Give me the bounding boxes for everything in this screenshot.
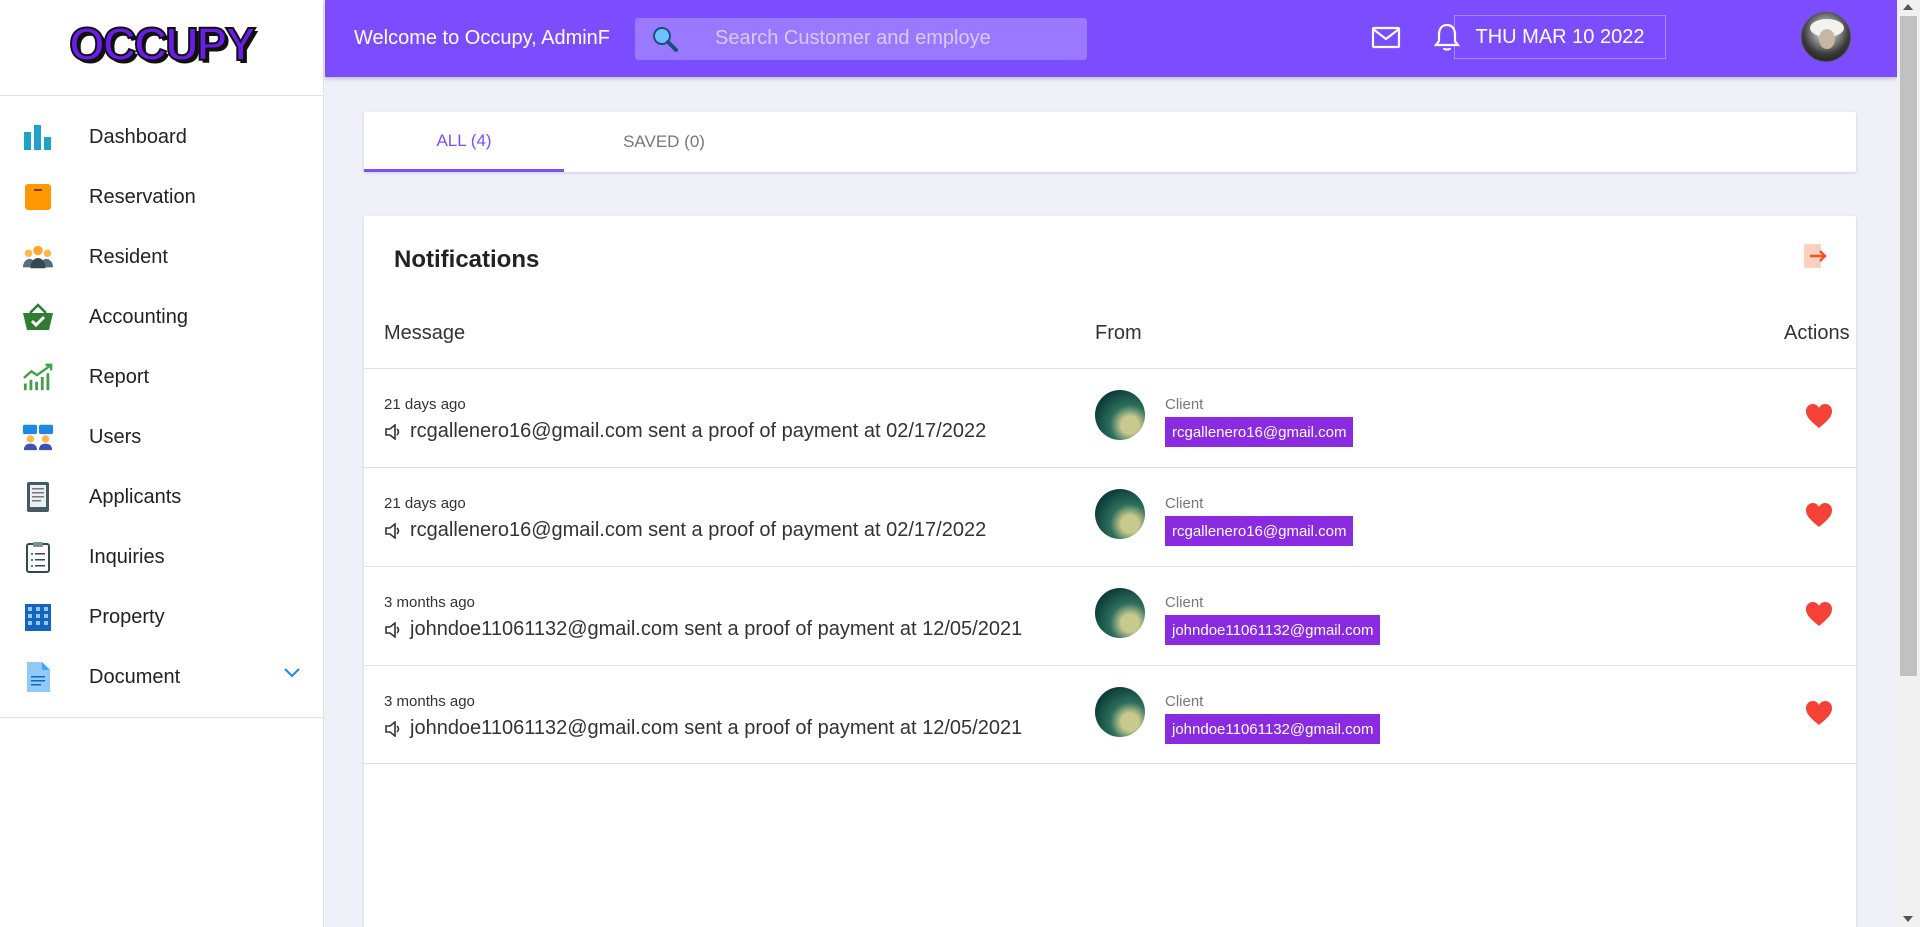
sidebar-nav: Dashboard Reservation Resident Accountin… (0, 96, 323, 718)
heart-icon[interactable] (1805, 700, 1833, 731)
sidebar-item-accounting[interactable]: Accounting (0, 287, 323, 347)
notification-time: 3 months ago (384, 594, 475, 611)
logo[interactable]: OCCUPY (0, 0, 323, 96)
sender-role: Client (1165, 396, 1204, 413)
sidebar-item-label: Report (89, 365, 150, 388)
notification-time: 3 months ago (384, 693, 475, 710)
heart-icon[interactable] (1805, 403, 1833, 434)
notification-time: 21 days ago (384, 396, 466, 413)
column-header-message: Message (384, 322, 466, 344)
sidebar-item-label: Users (89, 425, 142, 448)
users-icon (22, 421, 54, 453)
notification-message-text: johndoe11061132@gmail.com sent a proof o… (410, 618, 1023, 640)
sidebar-item-label: Accounting (89, 305, 188, 328)
logo-text: OCCUPY (68, 17, 257, 71)
sidebar-item-label: Resident (89, 245, 168, 268)
speaker-icon (384, 621, 402, 638)
mail-icon[interactable] (1371, 22, 1401, 57)
sidebar-item-resident[interactable]: Resident (0, 227, 323, 287)
sidebar-item-inquiries[interactable]: Inquiries (0, 527, 323, 587)
column-header-actions: Actions (1784, 322, 1850, 344)
ebook-icon (22, 481, 54, 513)
column-header-from: From (1095, 322, 1142, 344)
notification-message-text: rcgallenero16@gmail.com sent a proof of … (410, 519, 987, 541)
notifications-card: Notifications Message From Actions 21 da… (364, 216, 1856, 927)
search-box[interactable] (635, 17, 1087, 60)
trend-chart-icon (22, 361, 54, 393)
table-row: 21 days ago rcgallenero16@gmail.com sent… (364, 467, 1856, 566)
search-icon[interactable] (635, 25, 695, 53)
sender-email-badge[interactable]: johndoe11061132@gmail.com (1165, 615, 1381, 645)
notification-message-text: rcgallenero16@gmail.com sent a proof of … (410, 420, 987, 442)
sender-email-badge[interactable]: johndoe11061132@gmail.com (1165, 714, 1381, 744)
people-group-icon (22, 241, 54, 273)
speaker-icon (384, 522, 402, 539)
sender-role: Client (1165, 693, 1204, 710)
sender-role: Client (1165, 495, 1204, 512)
tab-saved[interactable]: SAVED (0) (564, 112, 764, 172)
sidebar-item-dashboard[interactable]: Dashboard (0, 107, 323, 167)
heart-icon[interactable] (1805, 601, 1833, 632)
table-row: 3 months ago johndoe11061132@gmail.com s… (364, 566, 1856, 665)
sidebar-item-users[interactable]: Users (0, 407, 323, 467)
sidebar-item-document[interactable]: Document (0, 647, 323, 707)
sender-avatar (1095, 687, 1145, 737)
sender-email-badge[interactable]: rcgallenero16@gmail.com (1165, 516, 1354, 546)
sender-email-badge[interactable]: rcgallenero16@gmail.com (1165, 417, 1354, 447)
avatar[interactable] (1801, 12, 1851, 62)
export-icon[interactable] (1802, 242, 1828, 275)
scroll-down-arrow-icon[interactable] (1903, 916, 1913, 922)
sidebar-item-label: Reservation (89, 185, 196, 208)
sidebar-item-applicants[interactable]: Applicants (0, 467, 323, 527)
basket-check-icon (22, 301, 54, 333)
tabs-bar: ALL (4) SAVED (0) (364, 112, 1856, 172)
clipboard-icon (22, 541, 54, 573)
sidebar-item-reservation[interactable]: Reservation (0, 167, 323, 227)
sidebar-divider (0, 717, 323, 718)
scroll-up-arrow-icon[interactable] (1903, 4, 1913, 10)
reservation-icon (22, 181, 54, 213)
notifications-title: Notifications (394, 246, 540, 273)
chevron-down-icon[interactable] (283, 666, 301, 684)
sidebar-item-label: Dashboard (89, 125, 187, 148)
bell-icon[interactable] (1433, 22, 1461, 57)
sender-avatar (1095, 489, 1145, 539)
notification-message: rcgallenero16@gmail.com sent a proof of … (384, 519, 986, 542)
tab-all[interactable]: ALL (4) (364, 112, 564, 172)
scrollbar[interactable] (1897, 0, 1920, 927)
notification-message: rcgallenero16@gmail.com sent a proof of … (384, 420, 986, 443)
notification-message: johndoe11061132@gmail.com sent a proof o… (384, 717, 1022, 740)
speaker-icon (384, 720, 402, 737)
sidebar-item-report[interactable]: Report (0, 347, 323, 407)
top-bar: Welcome to Occupy, AdminF THU MAR 10 202… (325, 0, 1897, 77)
sender-avatar (1095, 588, 1145, 638)
search-input[interactable] (695, 27, 1087, 50)
sender-role: Client (1165, 594, 1204, 611)
sidebar-item-label: Document (89, 665, 181, 688)
sender-avatar (1095, 390, 1145, 440)
scroll-thumb[interactable] (1900, 16, 1917, 676)
notification-message: johndoe11061132@gmail.com sent a proof o… (384, 618, 1022, 641)
date-display: THU MAR 10 2022 (1454, 15, 1666, 59)
notification-message-text: johndoe11061132@gmail.com sent a proof o… (410, 717, 1023, 739)
notification-time: 21 days ago (384, 495, 466, 512)
sidebar-item-label: Inquiries (89, 545, 165, 568)
building-icon (22, 601, 54, 633)
avatar-face (1819, 29, 1835, 49)
table-row: 3 months ago johndoe11061132@gmail.com s… (364, 665, 1856, 764)
bar-chart-icon (22, 121, 54, 153)
welcome-text: Welcome to Occupy, AdminF (354, 27, 611, 49)
sidebar-item-label: Property (89, 605, 165, 628)
sidebar-item-property[interactable]: Property (0, 587, 323, 647)
sidebar-item-label: Applicants (89, 485, 182, 508)
speaker-icon (384, 423, 402, 440)
table-row: 21 days ago rcgallenero16@gmail.com sent… (364, 368, 1856, 467)
heart-icon[interactable] (1805, 502, 1833, 533)
sidebar: OCCUPY Dashboard Reservation Resident Ac… (0, 0, 324, 927)
document-icon (22, 661, 54, 693)
